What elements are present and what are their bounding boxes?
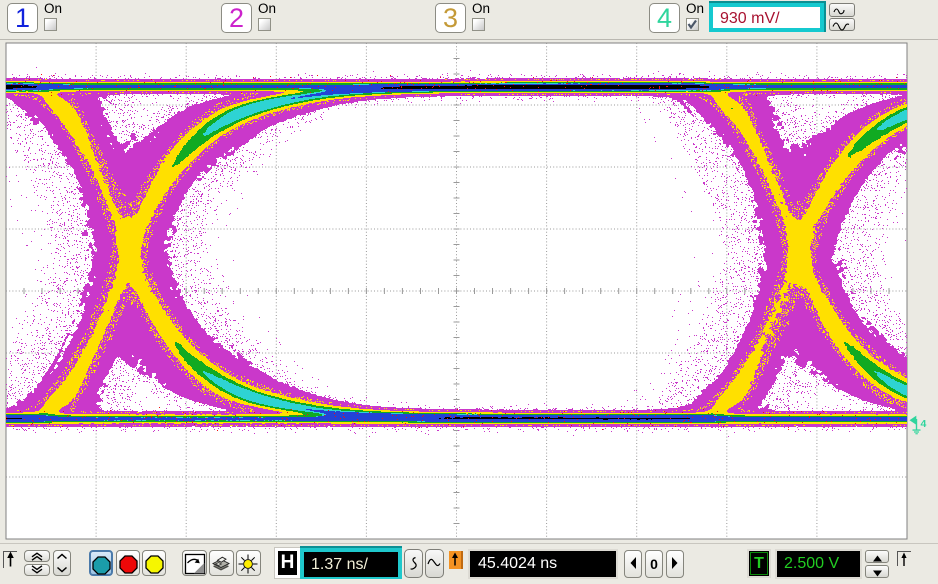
svg-text:4: 4 xyxy=(921,418,927,430)
